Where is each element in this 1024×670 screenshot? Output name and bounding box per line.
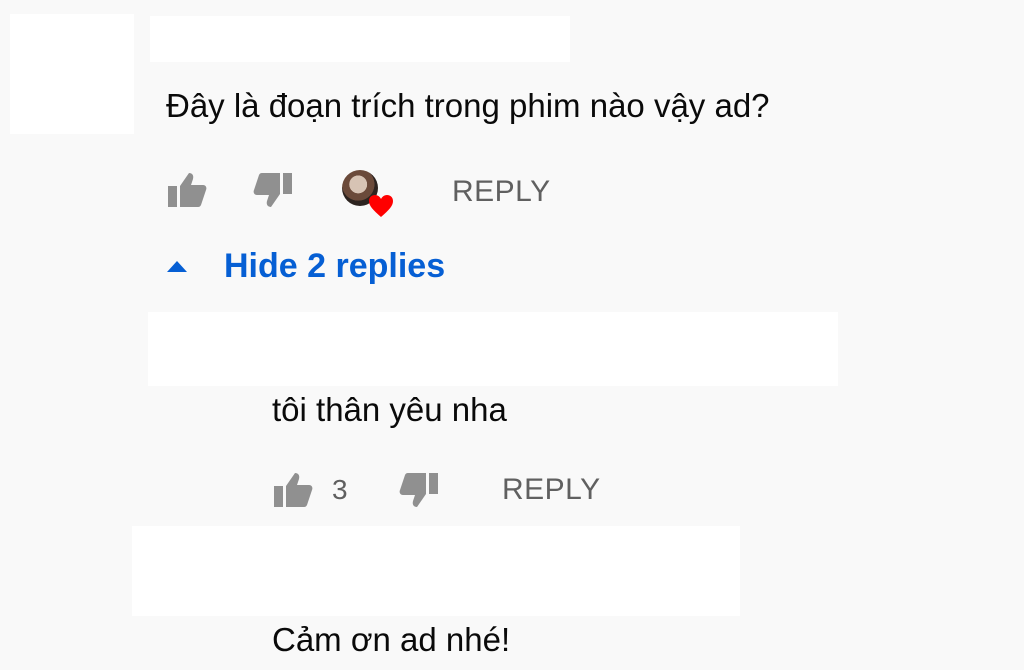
comment-thread: Đây là đoạn trích trong phim nào vậy ad?… [0, 0, 1024, 670]
reply-text: tôi thân yêu nha [272, 391, 507, 428]
reply-author-redacted[interactable] [148, 312, 838, 386]
thumbs-down-icon [399, 473, 438, 507]
like-button[interactable] [164, 170, 210, 210]
reply-author-redacted[interactable] [132, 526, 740, 616]
thumbs-up-icon [274, 473, 313, 507]
heart-icon [369, 195, 393, 217]
reply-button[interactable]: REPLY [452, 172, 551, 212]
author-name-redacted[interactable] [150, 16, 570, 62]
reply-button[interactable]: REPLY [502, 470, 601, 510]
thumbs-down-icon [253, 173, 292, 207]
thumbs-up-icon [168, 173, 207, 207]
creator-heart-badge [342, 170, 398, 222]
hide-replies-button[interactable]: Hide 2 replies [166, 246, 445, 286]
reply-like-button[interactable] [270, 470, 316, 510]
comment-text: Đây là đoạn trích trong phim nào vậy ad? [166, 87, 770, 124]
hide-replies-label: Hide 2 replies [224, 247, 446, 285]
dislike-button[interactable] [250, 170, 296, 210]
caret-up-icon [167, 261, 187, 272]
reply-dislike-button[interactable] [396, 470, 442, 510]
reply-text: Cảm ơn ad nhé! [272, 621, 511, 658]
like-count: 3 [332, 474, 348, 505]
avatar-redacted[interactable] [10, 14, 134, 134]
